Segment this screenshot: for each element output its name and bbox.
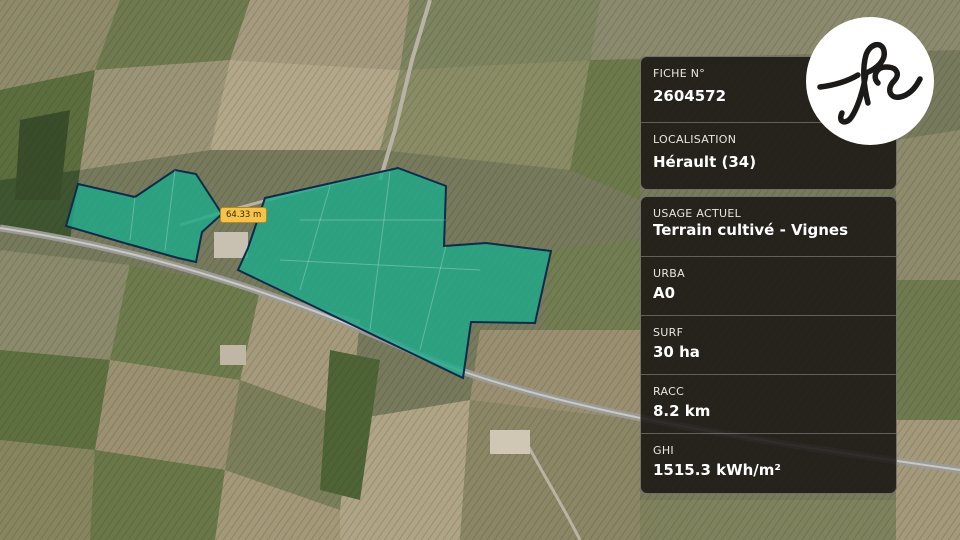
- info-value: A0: [653, 284, 676, 302]
- info-value: 2604572: [653, 87, 727, 105]
- info-value: 1515.3 kWh/m²: [653, 461, 781, 479]
- info-label: LOCALISATION: [653, 133, 737, 146]
- info-row-urba: URBA A0: [641, 257, 896, 316]
- info-value: Hérault (34): [653, 153, 757, 171]
- info-label: SURF: [653, 326, 684, 339]
- info-row-surf: SURF 30 ha: [641, 316, 896, 375]
- info-row-ghi: GHI 1515.3 kWh/m²: [641, 434, 896, 493]
- info-row-usage: USAGE ACTUEL Terrain cultivé - Vignes: [641, 197, 896, 257]
- info-row-racc: RACC 8.2 km: [641, 375, 896, 434]
- info-value: Terrain cultivé - Vignes: [653, 221, 849, 239]
- fs-logo-icon: [817, 41, 923, 125]
- info-value: 30 ha: [653, 343, 700, 361]
- info-label: USAGE ACTUEL: [653, 207, 742, 220]
- info-value: 8.2 km: [653, 402, 711, 420]
- info-label: URBA: [653, 267, 685, 280]
- info-label: RACC: [653, 385, 685, 398]
- distance-measure-label: 64.33 m: [220, 207, 268, 223]
- info-label: FICHE N°: [653, 67, 706, 80]
- fs-monogram-logo: [806, 17, 934, 145]
- info-panel-bottom: USAGE ACTUEL Terrain cultivé - Vignes UR…: [640, 196, 897, 494]
- info-label: GHI: [653, 444, 674, 457]
